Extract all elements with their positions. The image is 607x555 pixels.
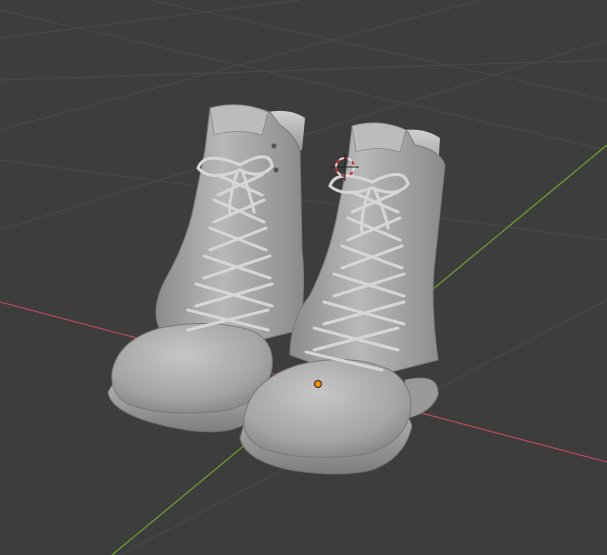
3d-viewport[interactable] xyxy=(0,0,607,555)
object-origin-icon xyxy=(314,380,322,388)
viewport-canvas[interactable] xyxy=(0,0,607,555)
